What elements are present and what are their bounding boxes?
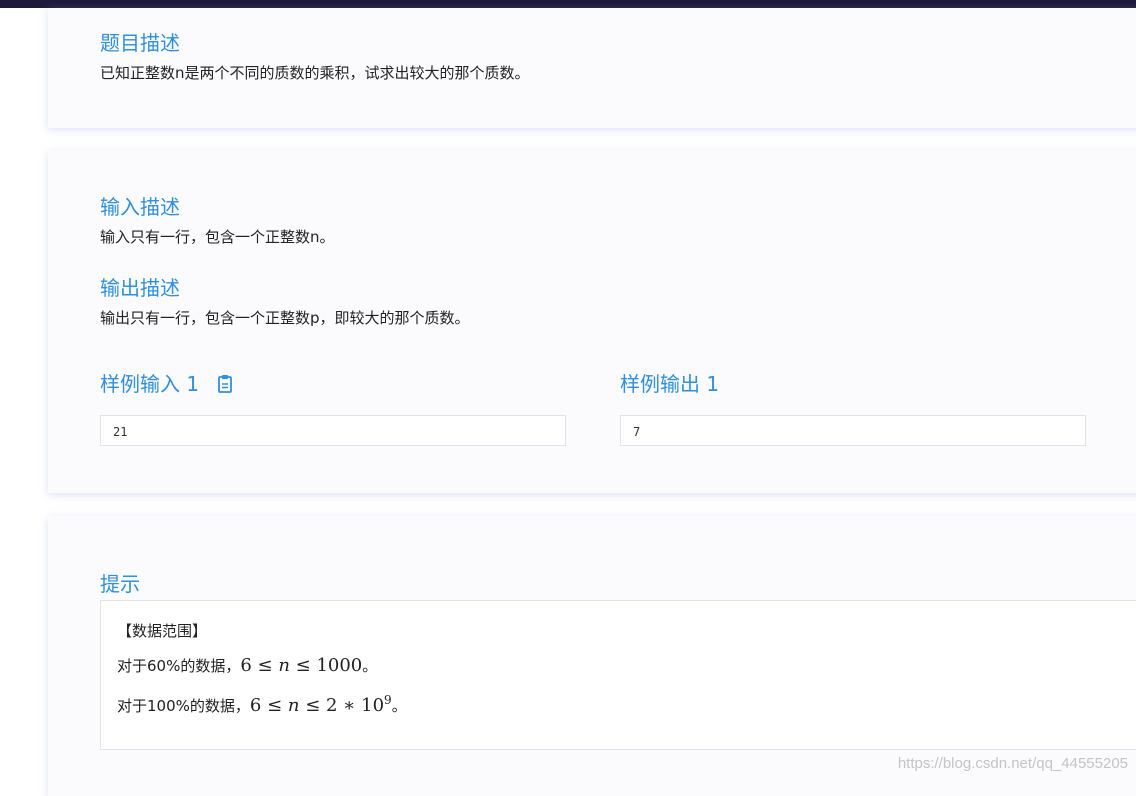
- sample-input-title: 样例输入 1: [100, 372, 200, 396]
- clipboard-icon[interactable]: [217, 374, 233, 398]
- formula-high: 1000: [316, 655, 363, 676]
- hint-line-100-end: 。: [391, 697, 407, 715]
- hint-card: 提示 【数据范围】 对于60%的数据，6 ≤ n ≤ 1000。 对于100%的…: [48, 516, 1136, 796]
- problem-text: 已知正整数n是两个不同的质数的乘积，试求出较大的那个质数。: [100, 64, 530, 82]
- hint-line-60: 对于60%的数据，6 ≤ n ≤ 1000。: [117, 655, 377, 676]
- io-card: 输入描述 输入只有一行，包含一个正整数n。 输出描述 输出只有一行，包含一个正整…: [48, 150, 1136, 493]
- sample-output-box[interactable]: 7: [620, 415, 1086, 446]
- top-bar: [0, 0, 1136, 8]
- problem-card: 题目描述 已知正整数n是两个不同的质数的乘积，试求出较大的那个质数。: [48, 8, 1136, 128]
- sample-input-box[interactable]: 21: [100, 415, 566, 446]
- formula-base: 10: [361, 695, 385, 716]
- sample-input-heading: 样例输入 1: [100, 368, 233, 398]
- hint-line-60-end: 。: [362, 657, 378, 675]
- output-title: 输出描述: [100, 276, 180, 300]
- hint-line-100: 对于100%的数据，6 ≤ n ≤ 2 ∗ 109。: [117, 693, 407, 716]
- hint-line-100-formula: 6 ≤ n ≤ 2 ∗ 109: [249, 693, 392, 716]
- hint-line-60-formula: 6 ≤ n ≤ 1000: [240, 655, 363, 676]
- formula-low: 6: [240, 655, 252, 676]
- problem-title: 题目描述: [100, 31, 180, 55]
- formula-coef: 2: [326, 695, 338, 716]
- watermark: https://blog.csdn.net/qq_44555205: [897, 755, 1128, 772]
- input-title: 输入描述: [100, 195, 180, 219]
- formula-low: 6: [249, 695, 262, 716]
- formula-exp: 9: [384, 693, 392, 707]
- hint-line-60-prefix: 对于60%的数据，: [117, 657, 241, 675]
- hint-line-100-prefix: 对于100%的数据，: [117, 697, 250, 715]
- formula-var: n: [278, 655, 290, 676]
- formula-var: n: [287, 695, 300, 716]
- hint-box: 【数据范围】 对于60%的数据，6 ≤ n ≤ 1000。 对于100%的数据，…: [100, 600, 1136, 750]
- input-text: 输入只有一行，包含一个正整数n。: [100, 228, 335, 246]
- hint-title: 提示: [100, 572, 140, 596]
- sample-output-title: 样例输出 1: [620, 372, 720, 396]
- output-text: 输出只有一行，包含一个正整数p，即较大的那个质数。: [100, 309, 470, 327]
- range-label: 【数据范围】: [117, 622, 208, 640]
